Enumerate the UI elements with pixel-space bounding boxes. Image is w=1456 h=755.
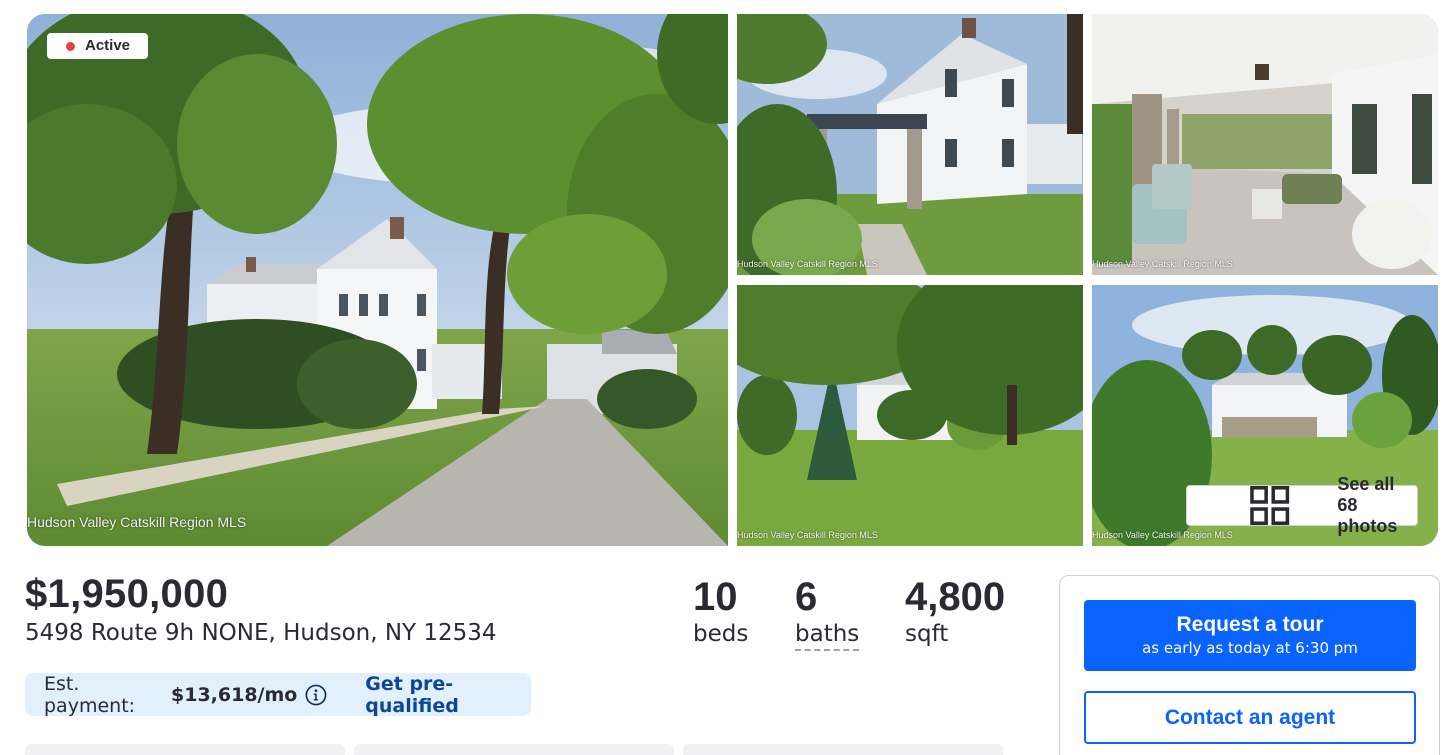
photo-watermark: Hudson Valley Catskill Region MLS (737, 530, 878, 540)
baths-stat[interactable]: 6 baths (795, 575, 860, 651)
request-tour-button[interactable]: Request a tour as early as today at 6:30… (1084, 600, 1416, 671)
payment-value: $13,618/mo (171, 683, 298, 706)
details-card (354, 744, 674, 755)
yard-photo[interactable]: Hudson Valley Catskill Region MLS (737, 285, 1083, 546)
listing-price: $1,950,000 (25, 572, 229, 616)
beds-stat: 10 beds (693, 575, 748, 647)
photo-watermark: Hudson Valley Catskill Region MLS (1092, 259, 1233, 269)
grid-icon (1250, 486, 1290, 525)
baths-value: 6 (795, 575, 818, 619)
see-all-photos-button[interactable]: See all 68 photos (1186, 474, 1418, 536)
active-dot-icon (66, 42, 75, 51)
porch-photo[interactable]: Hudson Valley Catskill Region MLS (1092, 14, 1438, 275)
see-all-photos-label: See all 68 photos (1337, 474, 1398, 536)
details-card (683, 744, 1003, 755)
rear-exterior-photo[interactable]: Hudson Valley Catskill Region MLS See al… (1092, 285, 1438, 546)
listing-address: 5498 Route 9h NONE, Hudson, NY 12534 (25, 620, 497, 646)
side-exterior-photo[interactable]: Hudson Valley Catskill Region MLS (737, 14, 1083, 275)
contact-panel: Request a tour as early as today at 6:30… (1059, 575, 1440, 755)
sqft-stat: 4,800 sqft (905, 575, 1005, 647)
photo-watermark: Hudson Valley Catskill Region MLS (27, 514, 247, 530)
status-badge: Active (47, 33, 149, 59)
sqft-label: sqft (905, 621, 949, 647)
contact-agent-button[interactable]: Contact an agent (1084, 691, 1416, 744)
beds-value: 10 (693, 575, 738, 619)
request-tour-title: Request a tour (1176, 613, 1324, 636)
status-badge-label: Active (85, 37, 131, 54)
get-pre-qualified-link[interactable]: Get pre-qualified (365, 673, 531, 717)
baths-label[interactable]: baths (795, 621, 860, 651)
photo-watermark: Hudson Valley Catskill Region MLS (1092, 530, 1233, 540)
photo-watermark: Hudson Valley Catskill Region MLS (737, 259, 878, 269)
details-card (25, 744, 345, 755)
payment-label: Est. payment: (44, 672, 136, 717)
sqft-value: 4,800 (905, 575, 1006, 619)
photo-gallery: Hudson Valley Catskill Region MLS Active (27, 14, 1438, 546)
beds-label: beds (693, 621, 749, 647)
info-icon[interactable] (305, 683, 327, 707)
request-tour-subtitle: as early as today at 6:30 pm (1142, 639, 1358, 657)
estimated-payment-bar: Est. payment: $13,618/mo Get pre-qualifi… (25, 672, 531, 717)
main-exterior-photo[interactable]: Hudson Valley Catskill Region MLS Active (27, 14, 728, 546)
